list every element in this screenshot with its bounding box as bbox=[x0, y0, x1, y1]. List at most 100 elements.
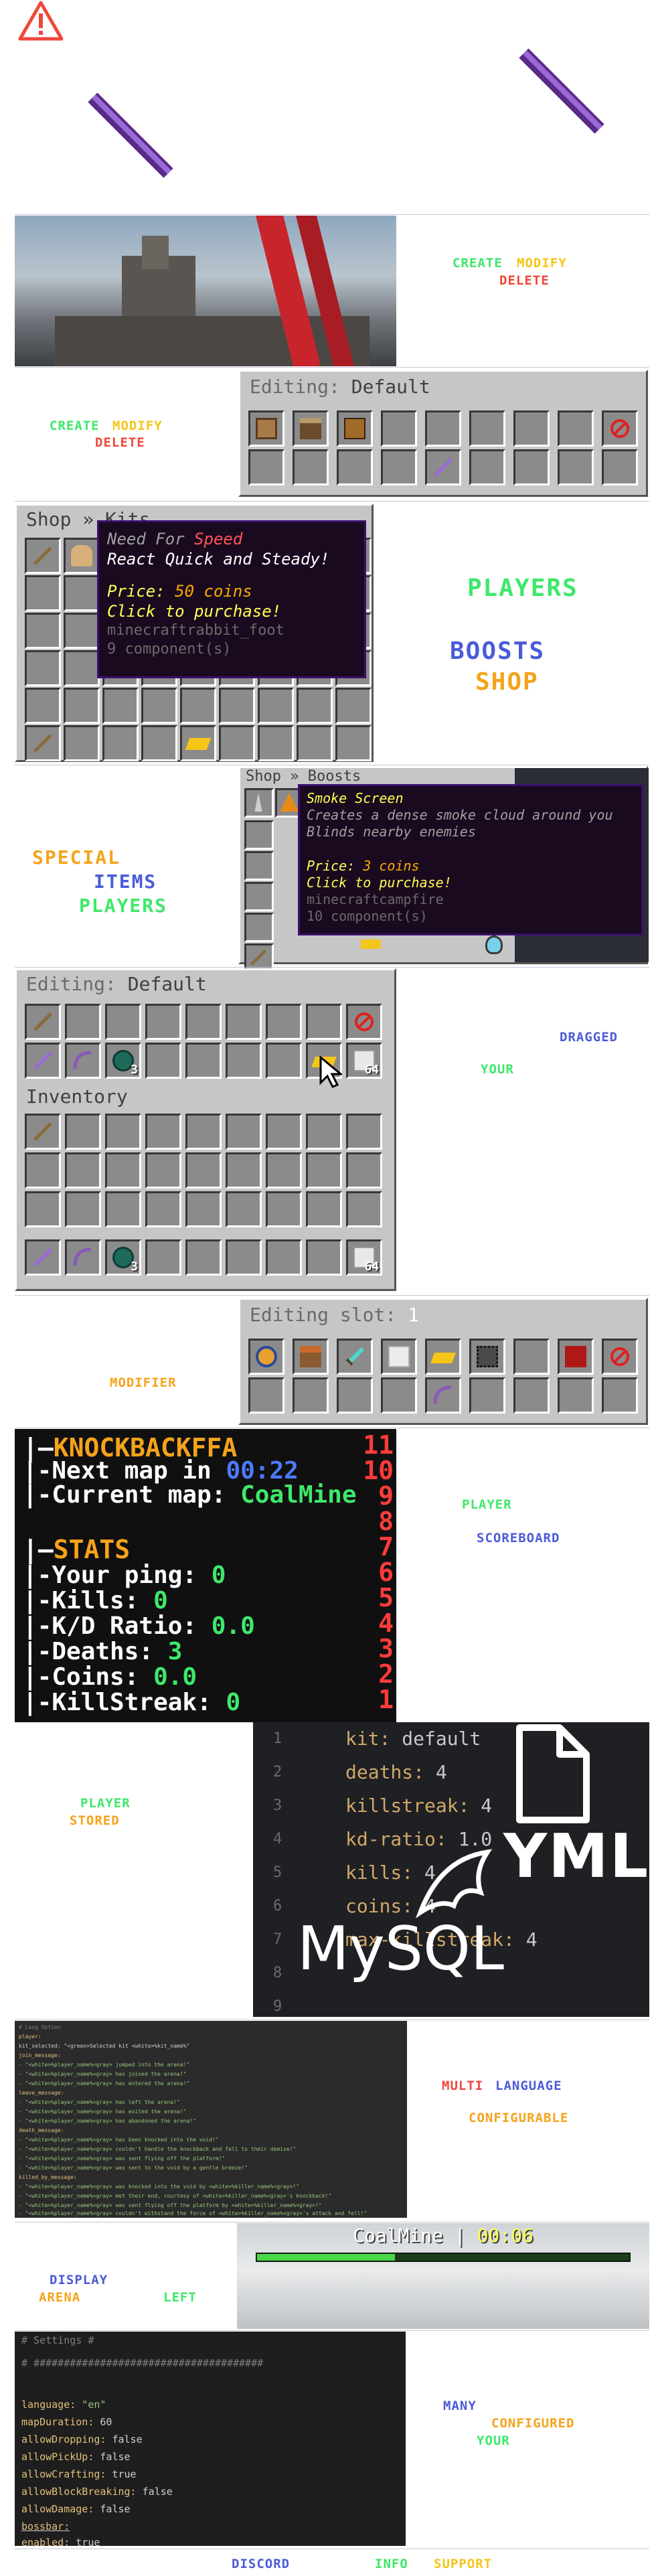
slot[interactable] bbox=[105, 1004, 141, 1040]
slot[interactable] bbox=[64, 725, 100, 761]
slot[interactable] bbox=[145, 1239, 181, 1276]
slot[interactable] bbox=[219, 688, 255, 724]
slot[interactable] bbox=[297, 725, 333, 761]
slot[interactable] bbox=[25, 1152, 61, 1189]
slot[interactable] bbox=[64, 575, 100, 611]
slot-gold-ingot[interactable] bbox=[180, 725, 216, 761]
slot[interactable] bbox=[244, 882, 274, 911]
slot[interactable] bbox=[425, 410, 461, 447]
slot-chest[interactable] bbox=[337, 410, 373, 447]
slot-blocks[interactable]: 64 bbox=[346, 1043, 382, 1079]
slot-stick[interactable] bbox=[425, 449, 461, 485]
slot[interactable] bbox=[266, 1114, 302, 1150]
slot[interactable] bbox=[266, 1152, 302, 1189]
slot[interactable] bbox=[381, 410, 417, 447]
slot[interactable] bbox=[306, 1114, 342, 1150]
slot[interactable] bbox=[335, 725, 372, 761]
slot-clock[interactable] bbox=[248, 1339, 284, 1375]
slot[interactable] bbox=[602, 1377, 638, 1414]
slot-stick[interactable] bbox=[25, 1043, 61, 1079]
slot-stick[interactable] bbox=[25, 1004, 61, 1040]
slot[interactable] bbox=[65, 1004, 101, 1040]
slot[interactable] bbox=[185, 1114, 222, 1150]
slot[interactable] bbox=[306, 1191, 342, 1227]
slot-ender-pearl[interactable]: 3 bbox=[105, 1239, 141, 1276]
slot[interactable] bbox=[346, 1114, 382, 1150]
slot[interactable] bbox=[244, 913, 274, 942]
slot-bow[interactable] bbox=[65, 1043, 101, 1079]
slot[interactable] bbox=[185, 1004, 222, 1040]
slot[interactable] bbox=[219, 725, 255, 761]
slot[interactable] bbox=[244, 820, 274, 850]
footer-discord-link[interactable]: DISCORD bbox=[232, 2557, 290, 2571]
slot[interactable] bbox=[185, 1191, 222, 1227]
slot[interactable] bbox=[226, 1239, 262, 1276]
slot[interactable] bbox=[226, 1043, 262, 1079]
slot[interactable] bbox=[266, 1191, 302, 1227]
slot[interactable] bbox=[293, 449, 329, 485]
slot[interactable] bbox=[306, 1152, 342, 1189]
slot[interactable] bbox=[64, 688, 100, 724]
slot-rabbit-foot[interactable] bbox=[64, 538, 100, 574]
slot[interactable] bbox=[293, 1377, 329, 1414]
slot[interactable] bbox=[258, 688, 294, 724]
slot[interactable] bbox=[469, 449, 505, 485]
slot[interactable] bbox=[306, 1239, 342, 1276]
slot[interactable] bbox=[513, 410, 550, 447]
slot[interactable] bbox=[248, 1377, 284, 1414]
slot[interactable] bbox=[469, 1377, 505, 1414]
slot-stick[interactable] bbox=[25, 538, 61, 574]
slot[interactable] bbox=[266, 1239, 302, 1276]
slot[interactable] bbox=[306, 1004, 342, 1040]
slot[interactable] bbox=[381, 449, 417, 485]
slot[interactable] bbox=[180, 688, 216, 724]
slot[interactable] bbox=[25, 650, 61, 686]
slot-stick[interactable] bbox=[25, 725, 61, 761]
slot[interactable] bbox=[185, 1043, 222, 1079]
slot-blocks[interactable]: 64 bbox=[346, 1239, 382, 1276]
slot[interactable] bbox=[381, 1377, 417, 1414]
slot[interactable] bbox=[64, 650, 100, 686]
slot[interactable] bbox=[226, 1152, 262, 1189]
slot[interactable] bbox=[145, 1004, 181, 1040]
slot[interactable] bbox=[102, 688, 139, 724]
slot[interactable] bbox=[65, 1114, 101, 1150]
slot-delete-barrier[interactable] bbox=[602, 410, 638, 447]
slot[interactable] bbox=[297, 688, 333, 724]
slot[interactable] bbox=[226, 1114, 262, 1150]
slot[interactable] bbox=[145, 1114, 181, 1150]
slot[interactable] bbox=[141, 725, 177, 761]
slot-stick[interactable] bbox=[25, 1114, 61, 1150]
slot-bow[interactable] bbox=[65, 1239, 101, 1276]
slot[interactable] bbox=[558, 449, 594, 485]
slot[interactable] bbox=[335, 688, 372, 724]
slot[interactable] bbox=[145, 1152, 181, 1189]
slot-ender-pearl[interactable]: 3 bbox=[105, 1043, 141, 1079]
slot[interactable] bbox=[226, 1004, 262, 1040]
slot[interactable] bbox=[102, 725, 139, 761]
slot[interactable] bbox=[65, 1152, 101, 1189]
slot-redstone-block[interactable] bbox=[558, 1339, 594, 1375]
slot-feather[interactable] bbox=[244, 788, 274, 818]
slot[interactable] bbox=[226, 1191, 262, 1227]
slot[interactable] bbox=[513, 1339, 550, 1375]
slot[interactable] bbox=[513, 1377, 550, 1414]
slot[interactable] bbox=[337, 449, 373, 485]
slot[interactable] bbox=[248, 449, 284, 485]
slot[interactable] bbox=[105, 1114, 141, 1150]
slot[interactable] bbox=[25, 575, 61, 611]
slot[interactable] bbox=[185, 1152, 222, 1189]
slot[interactable] bbox=[65, 1191, 101, 1227]
slot[interactable] bbox=[346, 1191, 382, 1227]
slot[interactable] bbox=[602, 449, 638, 485]
slot[interactable] bbox=[266, 1004, 302, 1040]
slot[interactable] bbox=[558, 410, 594, 447]
slot-stick[interactable] bbox=[25, 1239, 61, 1276]
slot[interactable] bbox=[25, 688, 61, 724]
slot[interactable] bbox=[558, 1377, 594, 1414]
slot-bookshelf[interactable] bbox=[293, 410, 329, 447]
footer-info-link[interactable]: INFO bbox=[375, 2557, 408, 2571]
slot[interactable] bbox=[258, 725, 294, 761]
slot[interactable] bbox=[105, 1191, 141, 1227]
slot-quartz[interactable] bbox=[381, 1339, 417, 1375]
